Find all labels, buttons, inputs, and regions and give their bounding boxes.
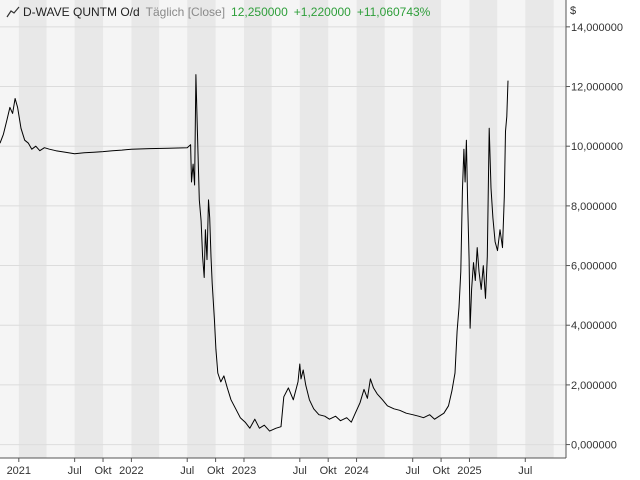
x-tick-label: Jul bbox=[68, 465, 82, 477]
x-tick-label: Jul bbox=[406, 465, 420, 477]
x-tick-label: 2024 bbox=[344, 465, 368, 477]
quarter-band bbox=[525, 0, 554, 458]
x-tick-label: Jul bbox=[293, 465, 307, 477]
quarter-band bbox=[356, 0, 385, 458]
quarter-band bbox=[469, 0, 498, 458]
line-chart-icon bbox=[6, 6, 20, 18]
price-change: +1,220000 bbox=[293, 5, 351, 19]
y-tick-label: 14,000000 bbox=[571, 22, 623, 34]
x-tick-label: Okt bbox=[433, 465, 450, 477]
currency-label: $ bbox=[570, 5, 577, 17]
y-tick-label: 0,000000 bbox=[571, 440, 617, 452]
instrument-name: D-WAVE QUNTM O/d bbox=[23, 5, 140, 19]
x-tick-label: Okt bbox=[207, 465, 224, 477]
x-tick-label: 2023 bbox=[232, 465, 256, 477]
y-tick-label: 4,000000 bbox=[571, 320, 617, 332]
chart-header: D-WAVE QUNTM O/d Täglich [Close] 12,2500… bbox=[6, 4, 430, 20]
x-tick-label: Jul bbox=[518, 465, 532, 477]
y-tick-label: 12,000000 bbox=[571, 82, 623, 94]
x-tick-label: Okt bbox=[94, 465, 111, 477]
y-tick-label: 10,000000 bbox=[571, 141, 623, 153]
quarter-band bbox=[131, 0, 160, 458]
x-tick-label: Jul bbox=[180, 465, 194, 477]
y-tick-label: 6,000000 bbox=[571, 261, 617, 273]
y-tick-label: 8,000000 bbox=[571, 201, 617, 213]
x-tick-label: 2022 bbox=[119, 465, 143, 477]
price-chart: 0,000000 2,000000 4,000000 6,000000 8,000000… bbox=[0, 0, 623, 477]
last-price: 12,250000 bbox=[231, 5, 288, 19]
y-tick-label: 2,000000 bbox=[571, 380, 617, 392]
quarter-band bbox=[74, 0, 104, 458]
quarter-band bbox=[412, 0, 442, 458]
price-change-percent: +11,060743% bbox=[356, 5, 431, 19]
x-tick-label: 2025 bbox=[457, 465, 481, 477]
x-tick-label: Okt bbox=[320, 465, 337, 477]
x-tick-label: 2021 bbox=[7, 465, 31, 477]
quarter-band bbox=[243, 0, 272, 458]
quarter-band bbox=[299, 0, 329, 458]
quarter-band bbox=[18, 0, 47, 458]
period-label: Täglich [Close] bbox=[145, 5, 226, 19]
